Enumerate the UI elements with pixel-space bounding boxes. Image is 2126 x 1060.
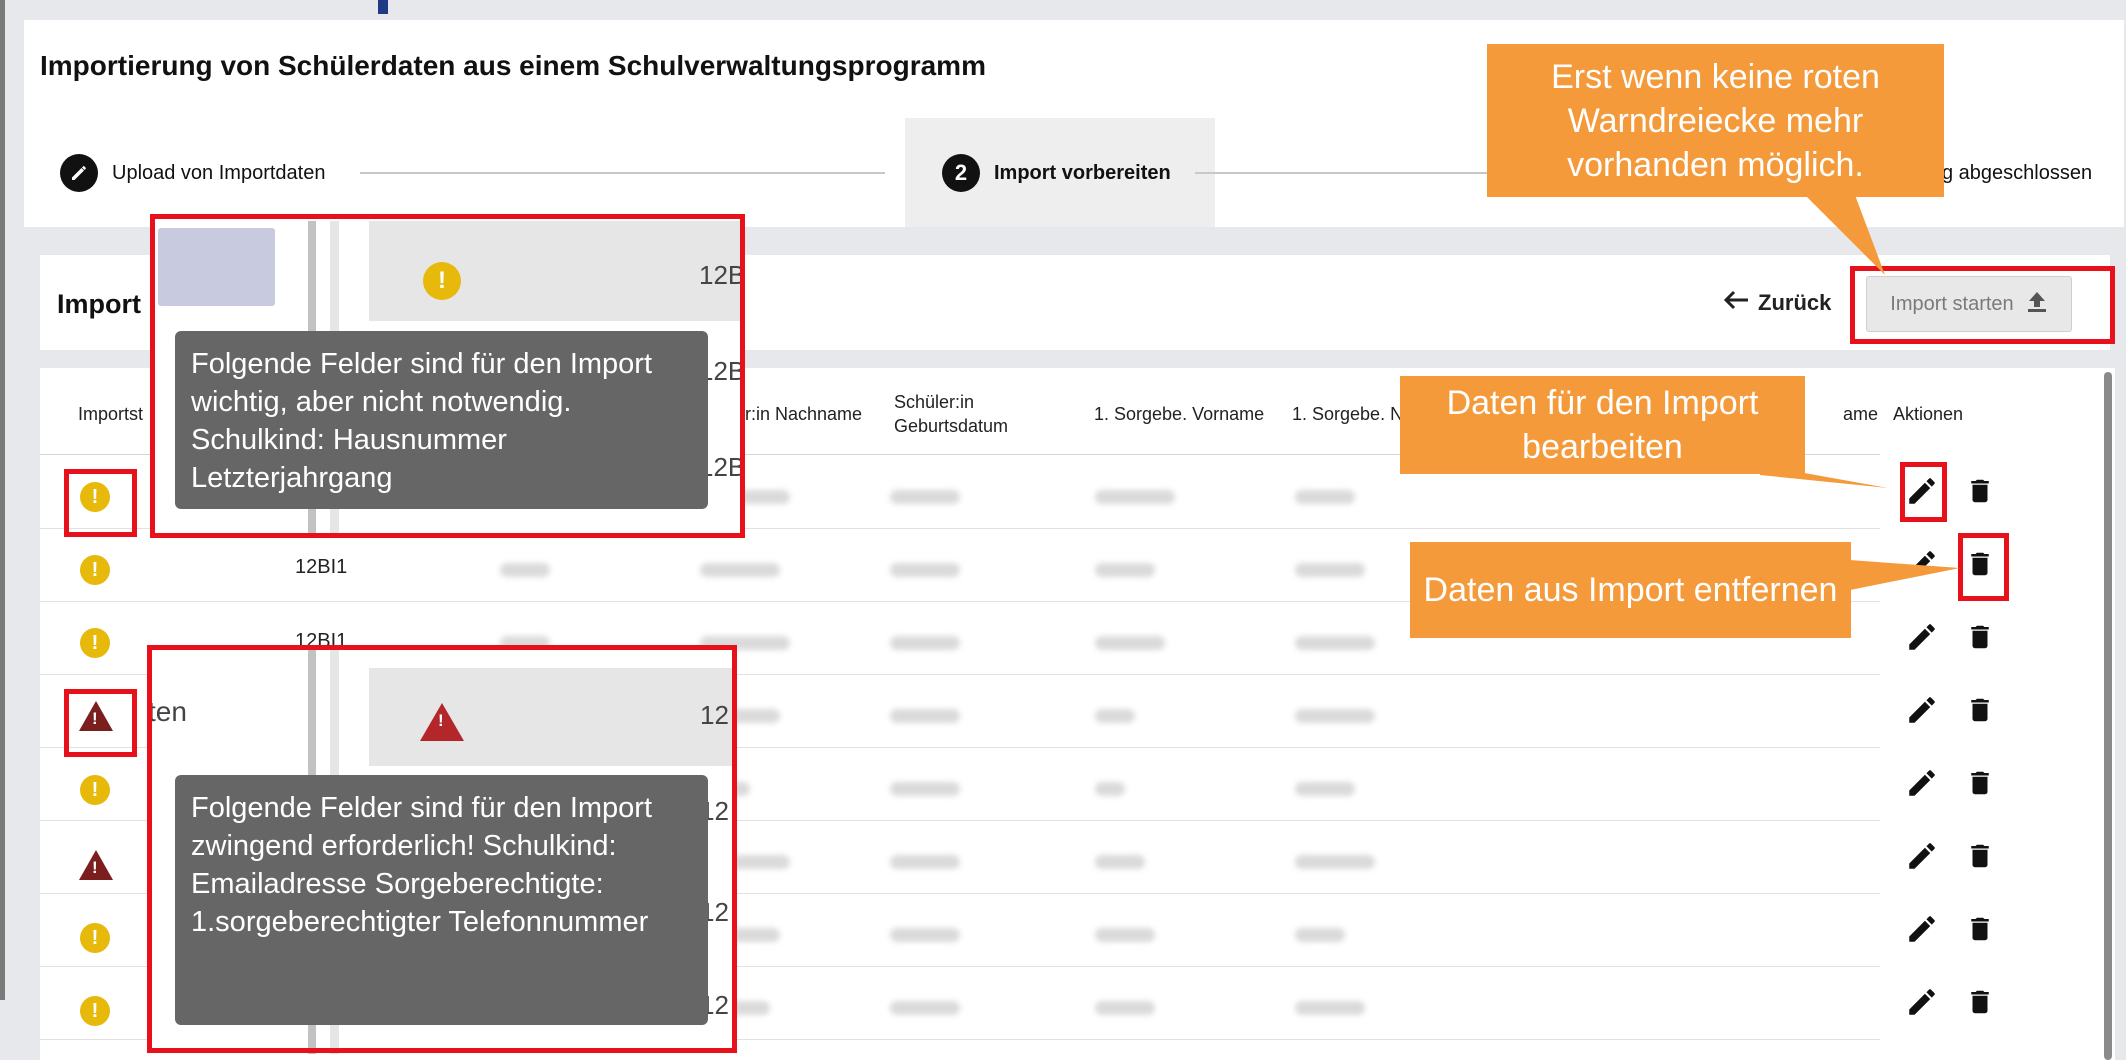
callout-edit-hint: Daten für den Import bearbeiten (1400, 376, 1805, 474)
callout-remove-hint: Daten aus Import entfernen (1410, 542, 1851, 638)
callout-import-hint: Erst wenn keine roten Warndreiecke mehr … (1487, 44, 1944, 197)
